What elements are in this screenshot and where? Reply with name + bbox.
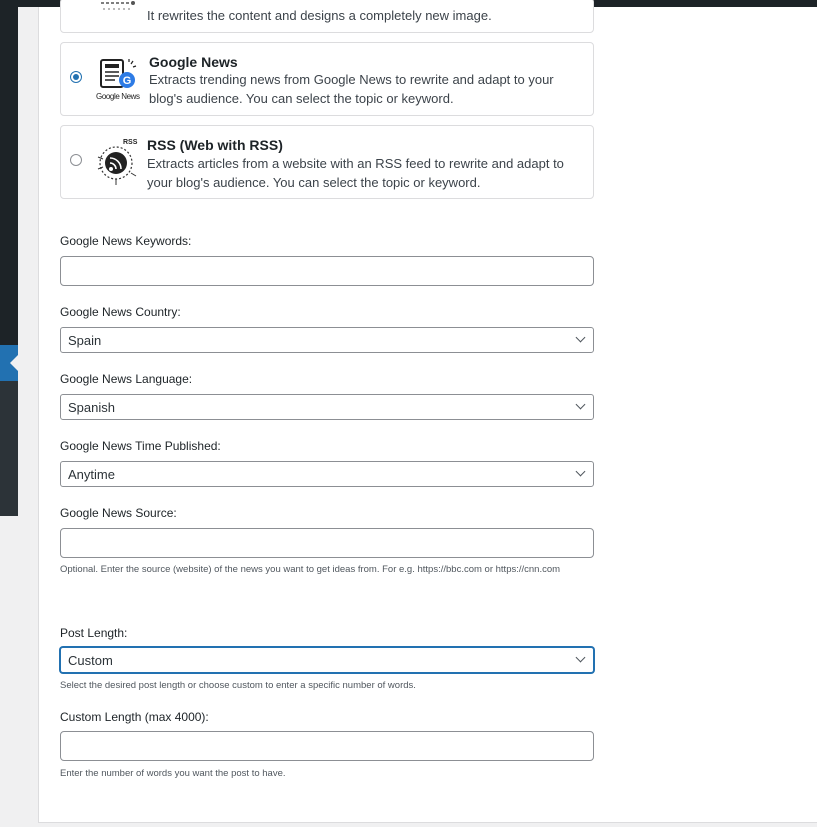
custom-length-input[interactable] — [60, 731, 594, 761]
custom-length-help-text: Enter the number of words you want the p… — [60, 768, 286, 779]
chevron-down-icon — [575, 652, 586, 663]
sidebar-submenu — [0, 381, 18, 516]
sidebar-active-arrow — [10, 355, 18, 371]
country-select-value: Spain — [68, 333, 102, 348]
google-news-desc: Extracts trending news from Google News … — [149, 72, 554, 106]
rss-logo-text: RSS — [123, 139, 138, 146]
google-news-icon: G — [100, 59, 137, 88]
keywords-input[interactable] — [60, 256, 594, 286]
chevron-down-icon — [575, 332, 586, 343]
custom-length-label: Custom Length (max 4000): — [60, 710, 209, 724]
source-input[interactable] — [60, 528, 594, 558]
language-select[interactable]: Spanish — [60, 394, 594, 420]
country-label: Google News Country: — [60, 305, 181, 319]
post-length-help-text: Select the desired post length or choose… — [60, 680, 416, 691]
google-news-radio[interactable] — [70, 71, 82, 83]
previous-option-desc: It rewrites the content and designs a co… — [147, 8, 492, 23]
post-length-select-value: Custom — [68, 653, 113, 668]
sidebar-empty-area — [0, 516, 18, 827]
rss-icon — [97, 146, 137, 185]
time-published-select-value: Anytime — [68, 467, 115, 482]
google-news-logo-text: Google News — [96, 92, 140, 101]
option-card-google-news[interactable]: G Google News Google News Extracts trend… — [60, 42, 594, 116]
option-card-previous[interactable]: It rewrites the content and designs a co… — [60, 0, 594, 33]
time-published-select[interactable]: Anytime — [60, 461, 594, 487]
country-select[interactable]: Spain — [60, 327, 594, 353]
source-label: Google News Source: — [60, 506, 177, 520]
rss-title: RSS (Web with RSS) — [147, 137, 283, 153]
option-card-rss[interactable]: RSS RSS (Web with RSS) Extracts articles… — [60, 125, 594, 199]
language-label: Google News Language: — [60, 372, 193, 386]
keywords-label: Google News Keywords: — [60, 234, 192, 248]
chevron-down-icon — [575, 466, 586, 477]
chevron-down-icon — [575, 399, 586, 410]
post-length-select[interactable]: Custom — [60, 647, 594, 673]
rss-desc: Extracts articles from a website with an… — [147, 156, 564, 190]
admin-sidebar — [0, 7, 18, 827]
source-help-text: Optional. Enter the source (website) of … — [60, 564, 561, 575]
time-published-label: Google News Time Published: — [60, 439, 221, 453]
rss-radio[interactable] — [70, 154, 82, 166]
svg-text:G: G — [123, 75, 132, 87]
language-select-value: Spanish — [68, 400, 115, 415]
google-news-title: Google News — [149, 54, 238, 70]
post-length-label: Post Length: — [60, 626, 128, 640]
previous-option-icon — [101, 1, 135, 10]
